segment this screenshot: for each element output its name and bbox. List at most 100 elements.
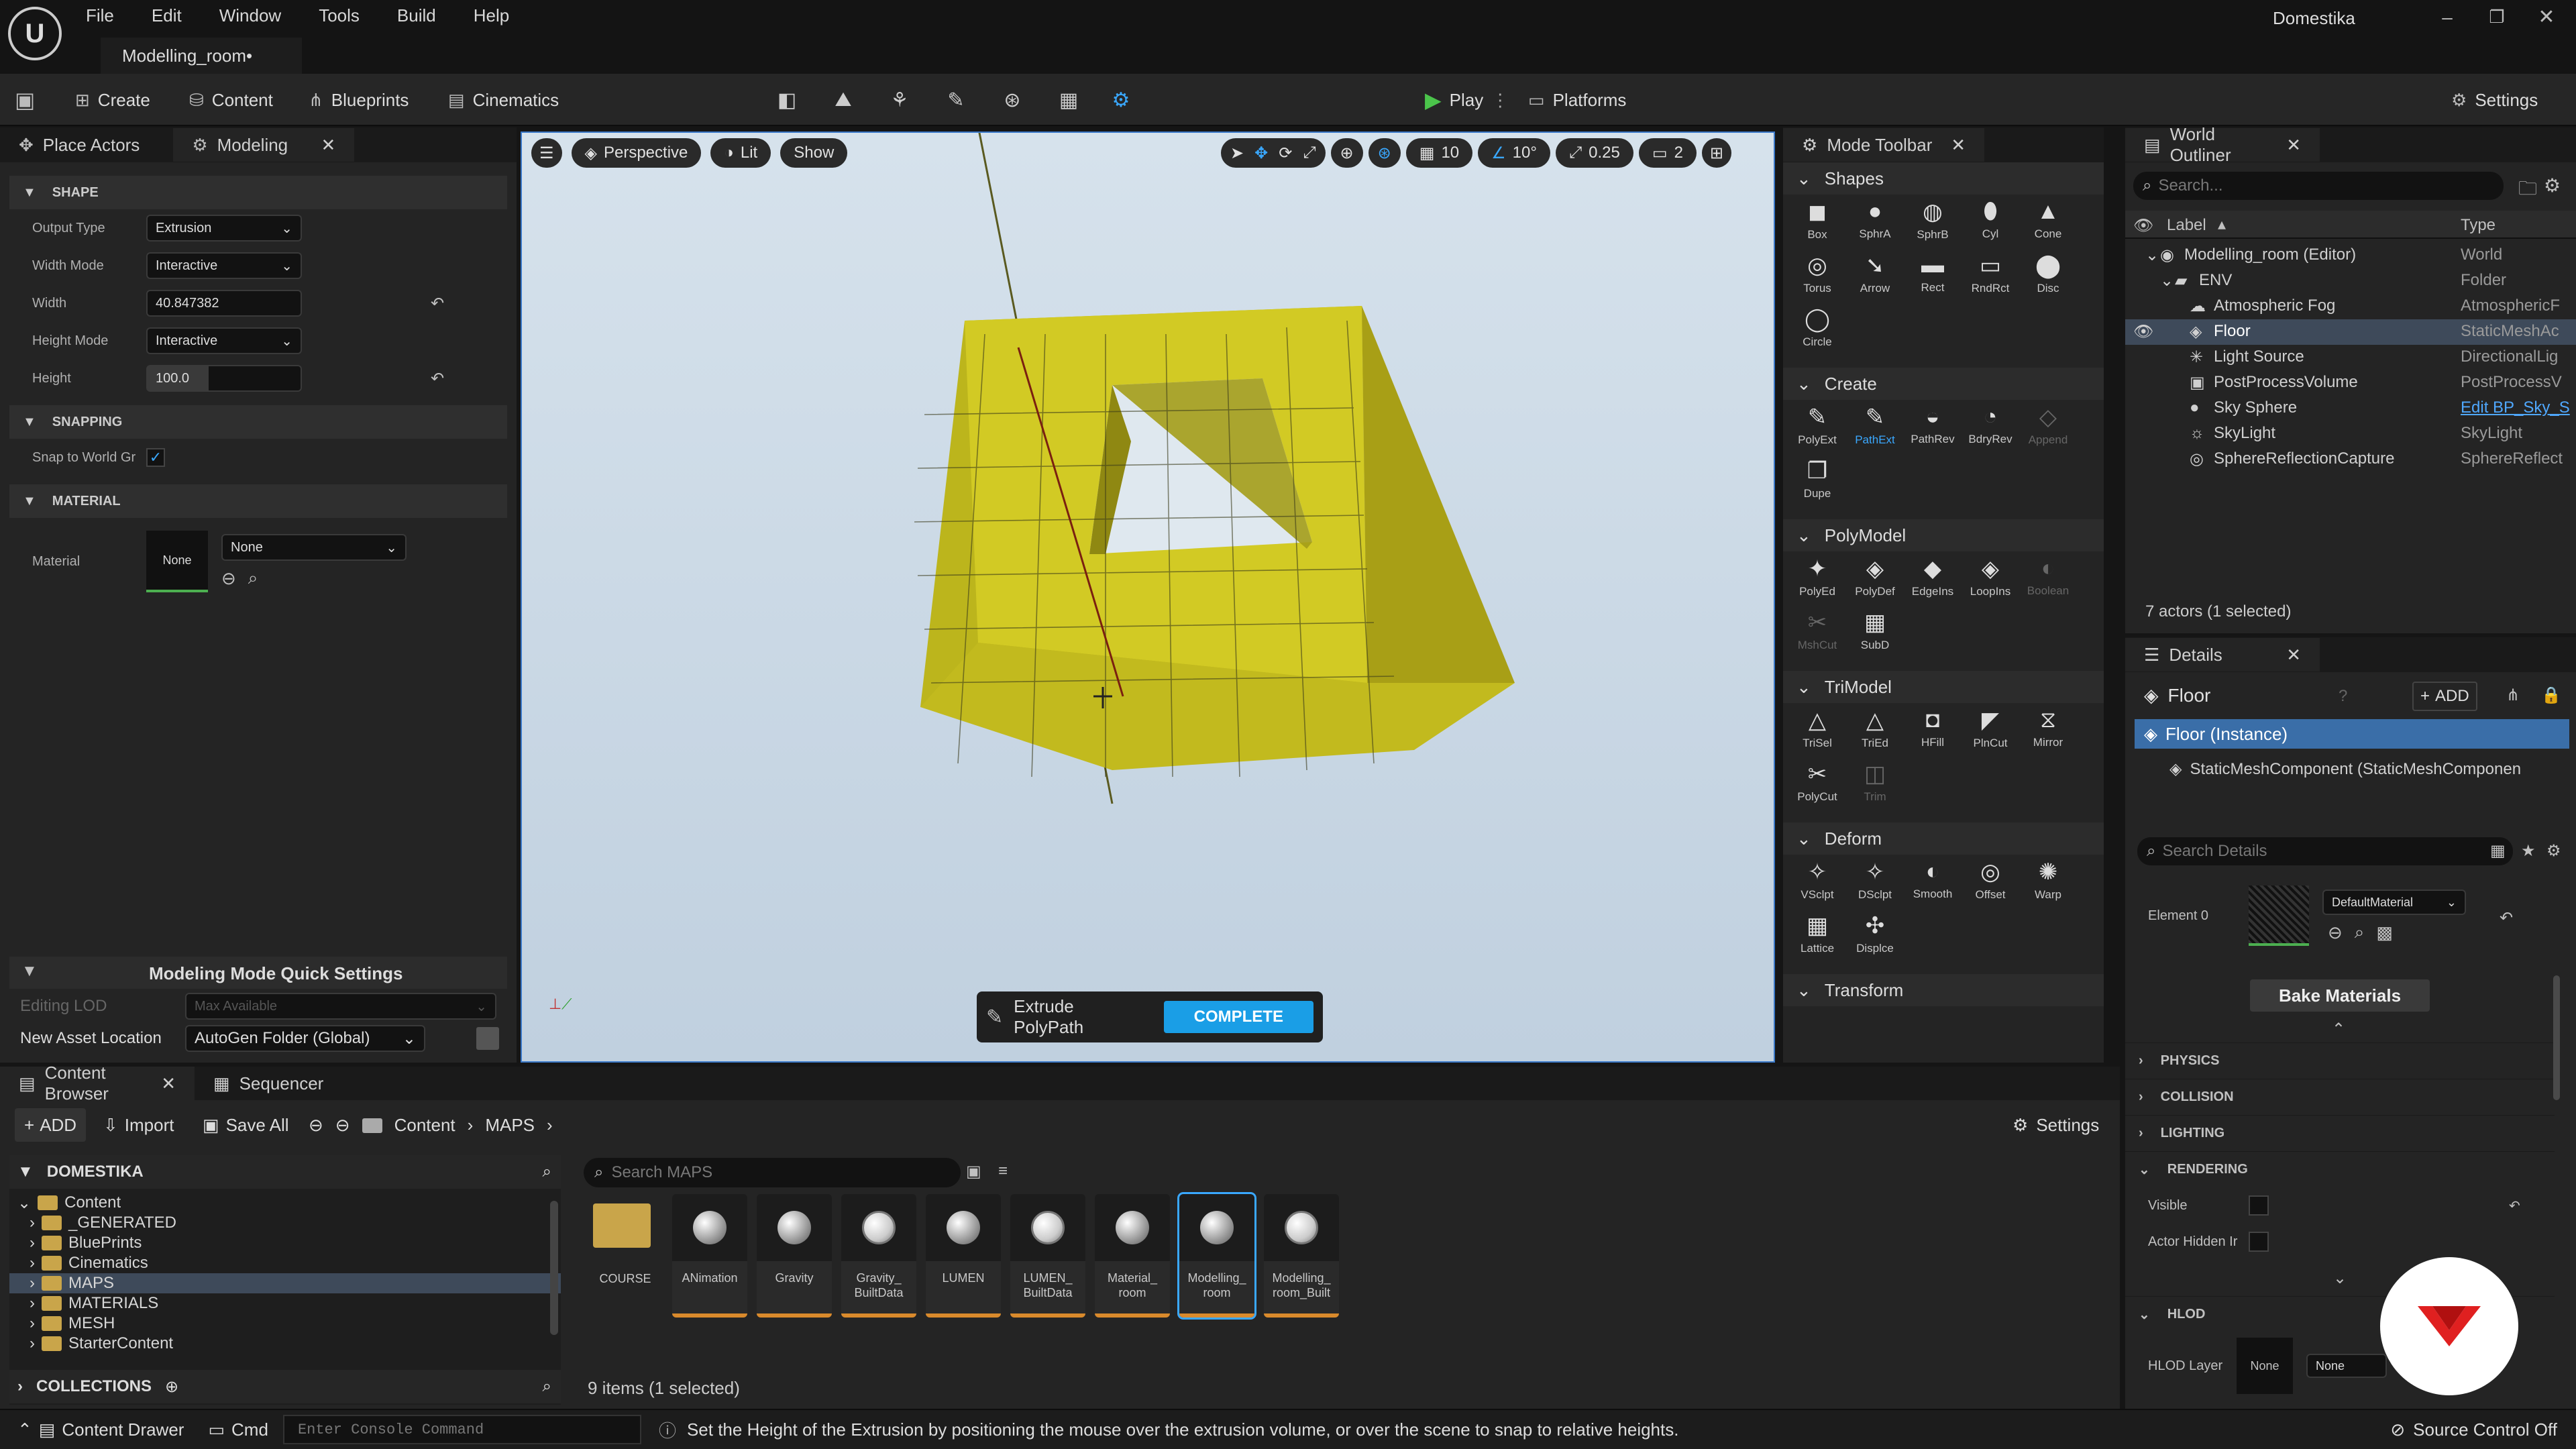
hlod-layer-thumbnail[interactable]: None — [2237, 1338, 2293, 1394]
tool-dsclpt[interactable]: ✧ DSclpt — [1846, 859, 1904, 912]
close-icon[interactable]: ✕ — [2533, 5, 2560, 29]
unreal-logo-icon[interactable]: U — [8, 7, 62, 60]
texture-icon[interactable]: ▩ — [2376, 922, 2393, 943]
bake-materials-button[interactable]: Bake Materials — [2250, 979, 2430, 1012]
rendering-section[interactable]: ⌄ RENDERING — [2125, 1151, 2555, 1187]
eye-icon[interactable]: 👁 — [2133, 216, 2153, 235]
cb-settings-button[interactable]: ⚙ Settings — [2012, 1115, 2099, 1136]
tool-plncut[interactable]: ◤ PlnCut — [1962, 707, 2019, 761]
tab-world-outliner[interactable]: ▤ World Outliner ✕ — [2125, 124, 2320, 165]
browse-icon[interactable]: ⌕ — [2355, 922, 2365, 943]
expand-icon[interactable]: › — [30, 1294, 35, 1313]
save-search-icon[interactable]: ▣ — [966, 1162, 981, 1181]
asset-location-toggle[interactable] — [476, 1027, 499, 1050]
tool-bdryrev[interactable]: ◔ BdryRev — [1962, 404, 2019, 458]
outliner-settings-icon[interactable]: ⚙ — [2544, 174, 2561, 197]
outliner-row[interactable]: 👁 ◈ Floor StaticMeshAc — [2125, 319, 2576, 345]
tool-offset[interactable]: ◎ Offset — [1962, 859, 2019, 912]
hlod-layer-dropdown[interactable]: None — [2306, 1354, 2387, 1378]
mode-category-create[interactable]: ⌄ Create — [1783, 368, 2104, 400]
details-search[interactable]: ⌕ Search Details — [2137, 837, 2513, 865]
tool-pathext[interactable]: ✎ PathExt — [1846, 404, 1904, 458]
cinematics-button[interactable]: ▤ Cinematics — [448, 74, 559, 126]
details-scrollbar[interactable] — [2553, 975, 2560, 1100]
use-selected-icon[interactable]: ⊖ — [221, 568, 236, 589]
actor-hidden-checkbox[interactable] — [2249, 1232, 2269, 1252]
blueprint-icon[interactable]: ⋔ — [2506, 686, 2520, 705]
source-control-button[interactable]: ⊘ Source Control Off — [2390, 1419, 2557, 1440]
outliner-row-type[interactable]: Edit BP_Sky_S — [2461, 398, 2576, 417]
component-instance-row[interactable]: ◈ Floor (Instance) — [2135, 719, 2569, 749]
tool-polyext[interactable]: ✎ PolyExt — [1788, 404, 1846, 458]
details-settings-icon[interactable]: ⚙ — [2546, 841, 2561, 861]
tool-displce[interactable]: ✣ Displce — [1846, 912, 1904, 966]
search-icon[interactable]: ⌕ — [543, 1377, 551, 1396]
tool-warp[interactable]: ✺ Warp — [2019, 859, 2077, 912]
breadcrumb-content[interactable]: Content — [394, 1115, 455, 1136]
lighting-section[interactable]: › LIGHTING — [2125, 1115, 2555, 1151]
expand-icon[interactable]: › — [30, 1214, 35, 1232]
tool-cyl[interactable]: ⬮ Cyl — [1962, 199, 2019, 252]
minimize-icon[interactable]: – — [2434, 7, 2461, 28]
tool-trim[interactable]: ◫ Trim — [1846, 761, 1904, 814]
close-tab-icon[interactable]: ✕ — [161, 1073, 176, 1094]
tool-hfill[interactable]: ◘ HFill — [1904, 707, 1962, 761]
expand-icon[interactable]: › — [30, 1334, 35, 1353]
tree-folder-cinematics[interactable]: › Cinematics — [9, 1253, 561, 1273]
physics-section[interactable]: › PHYSICS — [2125, 1042, 2555, 1079]
static-mesh-component-row[interactable]: ◈ StaticMeshComponent (StaticMeshComponen — [2169, 759, 2521, 779]
collapse-icon[interactable]: ⌄ — [17, 1193, 31, 1213]
mode-category-polymodel[interactable]: ⌄ PolyModel — [1783, 519, 2104, 551]
table-view-icon[interactable]: ▦ — [2490, 841, 2506, 861]
back-icon[interactable]: ⊖ — [309, 1115, 323, 1136]
outliner-search[interactable]: ⌕ Search... — [2133, 172, 2504, 200]
snap-checkbox[interactable]: ✓ — [146, 448, 165, 467]
tree-folder-content[interactable]: ⌄ Content — [9, 1193, 561, 1213]
save-all-button[interactable]: ▣ Save All — [203, 1115, 289, 1136]
menu-file[interactable]: File — [86, 5, 114, 26]
tool-polyed[interactable]: ✦ PolyEd — [1788, 555, 1846, 609]
tool-rndrct[interactable]: ▭ RndRct — [1962, 252, 2019, 306]
chevron-right-icon[interactable]: › — [547, 1115, 553, 1136]
browse-icon[interactable]: ⌕ — [248, 568, 258, 589]
save-icon[interactable]: ▣ — [15, 87, 35, 113]
import-button[interactable]: ⇩ Import — [103, 1115, 174, 1136]
tab-content-browser[interactable]: ▤ Content Browser ✕ — [0, 1063, 195, 1104]
breadcrumb-maps[interactable]: MAPS — [485, 1115, 535, 1136]
tool-append[interactable]: ◇ Append — [2019, 404, 2077, 458]
asset-tile[interactable]: Material_ room — [1095, 1194, 1170, 1318]
tool-mirror[interactable]: ⧖ Mirror — [2019, 707, 2077, 761]
outliner-row[interactable]: ☁ Atmospheric Fog AtmosphericF — [2125, 294, 2576, 319]
material-section-header[interactable]: ▼ MATERIAL — [9, 484, 507, 518]
tab-mode-toolbar[interactable]: ⚙ Mode Toolbar ✕ — [1783, 128, 1984, 162]
asset-tile[interactable]: Gravity_ BuiltData — [841, 1194, 916, 1318]
visible-checkbox[interactable] — [2249, 1195, 2269, 1216]
tool-lattice[interactable]: ▦ Lattice — [1788, 912, 1846, 966]
collision-section[interactable]: › COLLISION — [2125, 1079, 2555, 1115]
tool-tried[interactable]: △ TriEd — [1846, 707, 1904, 761]
tool-mshcut[interactable]: ✂ MshCut — [1788, 609, 1846, 663]
expand-icon[interactable]: › — [30, 1274, 35, 1293]
shape-section-header[interactable]: ▼ SHAPE — [9, 176, 507, 209]
landscape-mode-icon[interactable]: ⛰ — [829, 86, 857, 114]
tree-folder-startercontent[interactable]: › StarterContent — [9, 1334, 561, 1354]
output-type-dropdown[interactable]: Extrusion ⌄ — [146, 215, 302, 241]
collections-header[interactable]: › COLLECTIONS ⊕ ⌕ — [9, 1370, 561, 1403]
tool-circle[interactable]: ◯ Circle — [1788, 306, 1846, 360]
asset-tile[interactable]: LUMEN — [926, 1194, 1001, 1318]
tree-scrollbar[interactable] — [550, 1201, 558, 1335]
close-tab-icon[interactable]: ✕ — [2286, 135, 2301, 156]
outliner-row[interactable]: ▣ PostProcessVolume PostProcessV — [2125, 370, 2576, 396]
expand-icon[interactable]: › — [30, 1314, 35, 1333]
select-mode-icon[interactable]: ◧ — [773, 86, 801, 114]
tool-box[interactable]: ◼ Box — [1788, 199, 1846, 252]
tool-boolean[interactable]: ◐ Boolean — [2019, 555, 2077, 609]
modeling-mode-icon[interactable]: ⚙ — [1107, 86, 1135, 114]
height-mode-dropdown[interactable]: Interactive ⌄ — [146, 327, 302, 354]
menu-window[interactable]: Window — [219, 5, 281, 26]
outliner-row[interactable]: ✳ Light Source DirectionalLig — [2125, 345, 2576, 370]
brush-mode-icon[interactable]: ▦ — [1055, 86, 1083, 114]
tool-arrow[interactable]: ➘ Arrow — [1846, 252, 1904, 306]
cmd-button[interactable]: ▭ Cmd — [208, 1419, 268, 1440]
tool-edgeins[interactable]: ◆ EdgeIns — [1904, 555, 1962, 609]
